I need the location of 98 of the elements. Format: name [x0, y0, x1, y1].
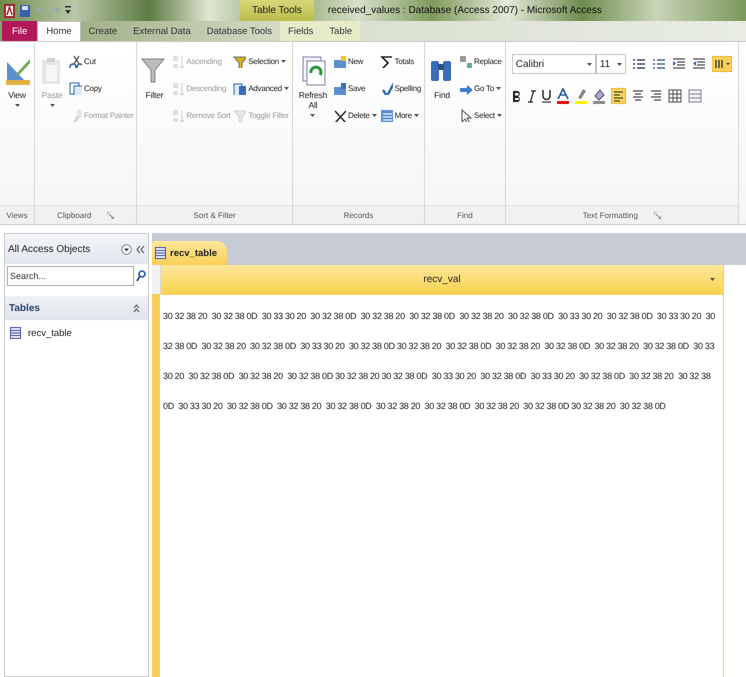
copy-icon [69, 82, 82, 95]
bold-icon[interactable] [512, 90, 522, 102]
launcher-icon[interactable] [654, 212, 661, 218]
highlight-icon[interactable] [574, 88, 587, 104]
caret-icon [310, 114, 316, 117]
sort-icon [171, 109, 184, 122]
ribbon-button[interactable]: Advanced [232, 81, 290, 96]
table-icon [10, 327, 21, 339]
font-size-dropdown[interactable]: 11 [596, 54, 626, 74]
select-all-cell[interactable] [152, 265, 161, 294]
ribbon-button[interactable]: Save [332, 81, 378, 96]
dropdown-icon[interactable] [121, 244, 132, 254]
search-field[interactable]: Search... [7, 266, 134, 286]
ribbon-button[interactable]: Go To [458, 81, 503, 96]
document-tab[interactable]: recv_table [152, 241, 228, 265]
sort-icon [171, 55, 184, 68]
search-icon[interactable] [136, 270, 146, 282]
ribbon-button[interactable]: Find [427, 54, 458, 102]
ribbon-button[interactable]: New [332, 54, 378, 69]
sigma-icon [380, 55, 393, 68]
align-right-icon[interactable] [650, 89, 662, 103]
contextual-tab-title: Table Tools [240, 0, 314, 21]
ribbon-tab[interactable]: External Data [125, 21, 199, 41]
table-icon [155, 247, 166, 259]
funnel-icon [233, 109, 246, 122]
ribbon-button[interactable]: Refresh All [294, 54, 331, 119]
funnel-icon [233, 55, 246, 68]
ribbon-button[interactable]: Select [458, 108, 503, 123]
nav-item[interactable]: recv_table [5, 320, 148, 346]
ribbon-button[interactable]: Delete [332, 108, 378, 123]
spelling-icon [380, 82, 393, 95]
cursor-icon [459, 109, 472, 122]
document-icon [233, 82, 246, 95]
caret-icon [586, 62, 592, 66]
replace-icon [459, 55, 472, 68]
caret-icon [372, 114, 377, 117]
align-left-icon[interactable] [610, 88, 626, 104]
delete-icon [332, 109, 346, 122]
ribbon-button[interactable]: Copy [68, 81, 134, 96]
ribbon-button[interactable]: View [2, 54, 32, 109]
refresh-icon [300, 56, 326, 86]
indent-icon[interactable] [672, 57, 686, 71]
save-icon[interactable] [20, 4, 30, 16]
caret-icon [284, 87, 289, 90]
table-icon [332, 55, 346, 68]
launcher-icon[interactable] [107, 212, 114, 218]
caret-icon [14, 104, 20, 107]
sort-icon [171, 82, 184, 95]
ribbon-button[interactable]: More [378, 108, 422, 123]
group-label: Find [457, 210, 473, 220]
collapse-icon[interactable] [133, 304, 140, 312]
group-label: Text Formatting [582, 210, 638, 220]
ribbon-button[interactable]: Totals [378, 54, 422, 69]
numbering-icon[interactable] [652, 57, 666, 71]
arrow-icon [459, 82, 472, 95]
font-dropdown[interactable]: Calibri [512, 54, 596, 74]
alternate-row-color-icon[interactable] [688, 89, 702, 103]
caret-icon [281, 60, 286, 63]
group-label: Records [344, 210, 374, 220]
save-icon [332, 82, 346, 95]
gridlines-icon[interactable] [668, 89, 682, 103]
ribbon-button[interactable]: Cut [68, 54, 134, 69]
caret-icon[interactable] [710, 278, 715, 281]
outdent-icon[interactable] [692, 57, 706, 71]
ribbon-tab[interactable]: Create [80, 21, 126, 41]
align-center-icon[interactable] [632, 89, 644, 103]
bullets-icon[interactable] [632, 57, 646, 71]
group-label: Views [6, 210, 28, 220]
file-tab[interactable]: File [2, 21, 38, 41]
window-title: received_values : Database (Access 2007) - Microsoft Access [328, 5, 602, 16]
font-color-icon[interactable] [556, 88, 569, 104]
caret-icon [616, 62, 622, 66]
paragraph-direction-icon[interactable] [712, 56, 732, 72]
ribbon-tab[interactable]: Database Tools [198, 21, 280, 41]
customize-icon[interactable] [65, 6, 71, 15]
category-header[interactable]: Tables [5, 296, 148, 320]
caret-icon [496, 114, 502, 117]
ribbon-tab[interactable]: Fields [280, 21, 322, 41]
ribbon-button[interactable]: Selection [232, 54, 290, 69]
caret-icon [414, 114, 419, 117]
ribbon-button[interactable]: Spelling [378, 81, 422, 96]
group-label: Clipboard [57, 210, 92, 220]
italic-icon[interactable] [528, 90, 536, 102]
ribbon-button[interactable]: Filter [139, 54, 170, 102]
list-icon [380, 109, 393, 122]
app-logo-icon[interactable] [4, 4, 15, 18]
scissors-icon [69, 55, 82, 68]
fill-color-icon[interactable] [592, 88, 605, 104]
collapse-icon[interactable] [136, 244, 145, 254]
caret-icon [496, 87, 501, 90]
table-cell[interactable]: 30 32 38 20 30 32 38 0D 30 33 30 20 30 32 38 0D 30 32 38 20 30 32 38 0D 30 32 38 20 30 32 38 0D 30 33 30 20 30 32 38 0D 30 33 30 20 30 32 38 0D 30 32 38 20 30 32 38 0D 30 33 30 20 30 32 38 0D 30 32 38 20 30 32 38 0D 30 32 38 20 30 32 38 0D 30 32 38 20 30 32 38 0D 30 33 30 20 30 32 38 0D 30 32 38 20 30 32 38 0D 30 32 38 20 30 32 38 0D 30 33 30 20 30 32 38 0D 30 33 30 20 30 32 38 0D 30 32 38 20 30 32 38 0D 30 33 30 20 30 32 38 0D 30 32 38 20 30 32 38 0D 30 32 38 20 30 32 38 0D 30 32 38 20 30 32 38 0D 30 32 38 20 30 32 38 0D [160, 294, 723, 677]
underline-icon[interactable] [542, 89, 551, 103]
column-header[interactable]: recv_val [161, 265, 723, 294]
group-label: Sort & Filter [194, 210, 236, 220]
ribbon-tab[interactable]: Table [321, 21, 360, 41]
ribbon-tab[interactable]: Home [37, 21, 81, 41]
caret-icon [50, 104, 54, 107]
ribbon-button[interactable]: Replace [458, 54, 503, 69]
